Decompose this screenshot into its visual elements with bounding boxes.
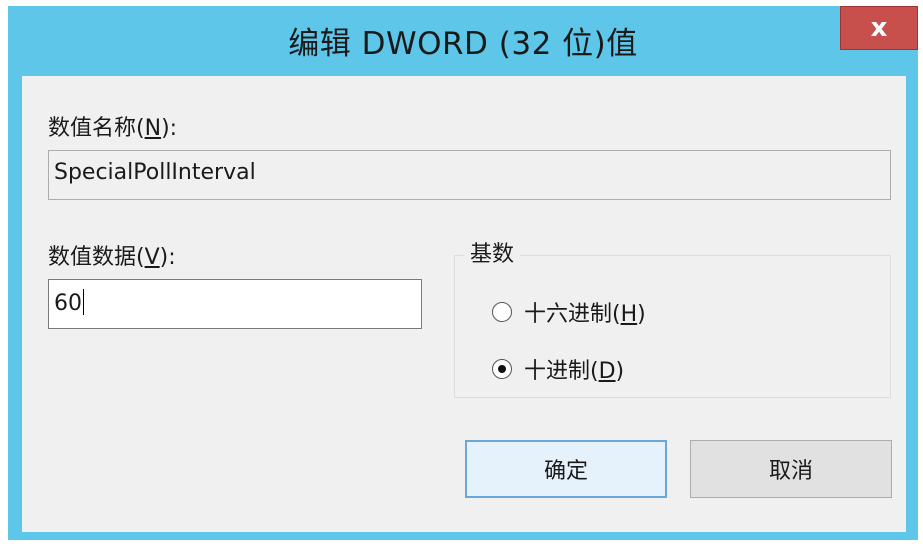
edit-dword-dialog: 编辑 DWORD (32 位)值 x 数值名称(N): SpecialPollI… (8, 6, 918, 540)
radio-decimal-label: 十进制(D) (524, 359, 625, 384)
radio-checked-icon[interactable] (492, 359, 512, 379)
radio-unchecked-icon[interactable] (492, 302, 512, 322)
cancel-button[interactable]: 取消 (690, 440, 892, 498)
title-bar[interactable]: 编辑 DWORD (32 位)值 x (8, 6, 918, 74)
text-caret (83, 289, 84, 315)
radio-hex-label: 十六进制(H) (524, 302, 646, 327)
radio-decimal[interactable]: 十进制(D) (492, 353, 624, 385)
radio-hexadecimal[interactable]: 十六进制(H) (492, 296, 646, 328)
close-icon: x (870, 13, 888, 43)
base-group-label: 基数 (464, 236, 521, 268)
value-name-field: SpecialPollInterval (48, 150, 891, 200)
value-name-label: 数值名称(N): (48, 116, 178, 141)
dialog-body: 数值名称(N): SpecialPollInterval 数值数据(V): 60… (22, 76, 906, 532)
ok-button[interactable]: 确定 (465, 440, 667, 498)
dialog-title: 编辑 DWORD (32 位)值 (288, 26, 638, 62)
value-data-input[interactable]: 60 (48, 279, 422, 329)
value-data-label: 数值数据(V): (48, 245, 176, 270)
close-button[interactable]: x (840, 6, 918, 50)
